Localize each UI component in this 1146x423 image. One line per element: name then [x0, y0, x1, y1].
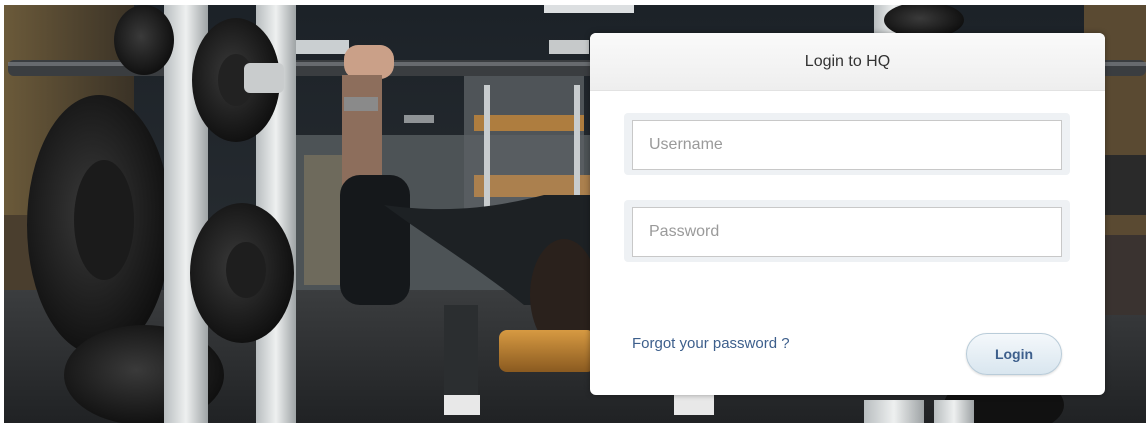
login-title: Login to HQ — [804, 52, 891, 70]
login-button[interactable]: Login — [966, 333, 1062, 375]
username-field-wrapper — [624, 113, 1070, 175]
password-field-wrapper — [624, 200, 1070, 262]
login-page: Login to HQ Forgot your password ? Login — [0, 0, 1146, 423]
login-card: Login to HQ Forgot your password ? Login — [590, 33, 1105, 395]
username-input[interactable] — [632, 120, 1062, 170]
forgot-password-link[interactable]: Forgot your password ? — [632, 335, 790, 352]
password-input[interactable] — [632, 207, 1062, 257]
login-card-header: Login to HQ — [590, 33, 1105, 91]
